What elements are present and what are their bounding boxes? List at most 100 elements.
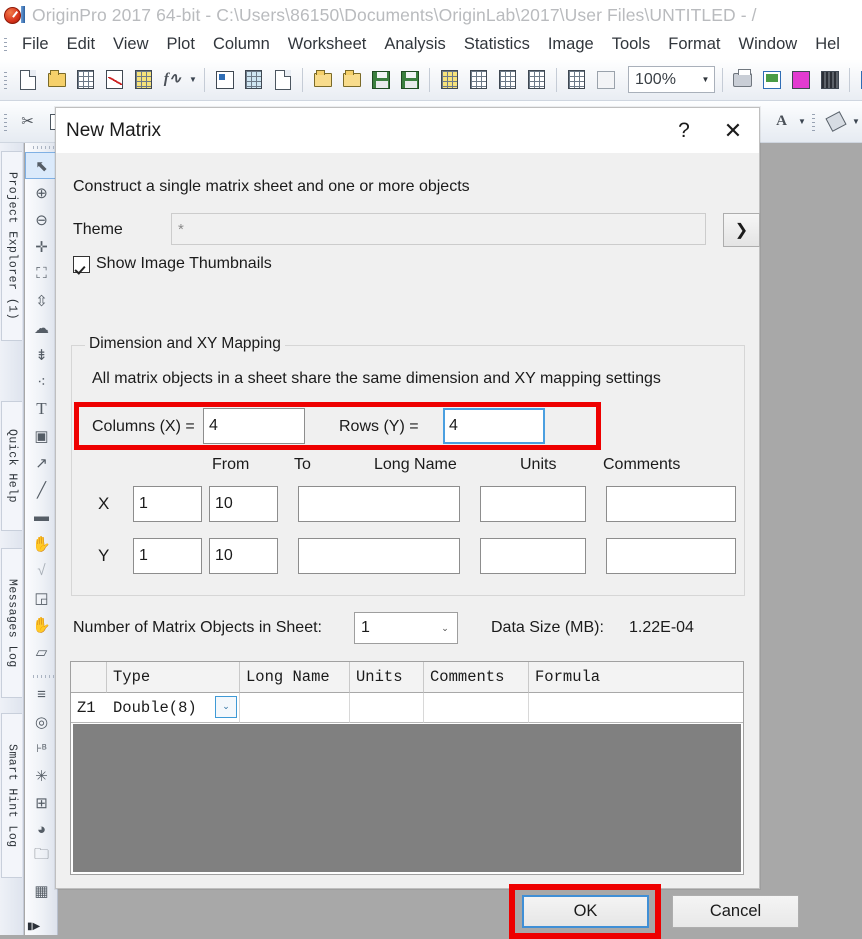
- num-objects-select[interactable]: 1 ⌄: [354, 612, 458, 644]
- menu-worksheet[interactable]: Worksheet: [279, 34, 376, 56]
- folder-user-icon[interactable]: 🗀: [25, 843, 58, 870]
- column-header-type[interactable]: Type: [107, 662, 240, 693]
- font-dropdown-icon[interactable]: ▼: [796, 108, 808, 136]
- cell-comments[interactable]: [424, 693, 529, 723]
- chevron-down-icon[interactable]: ▼: [697, 67, 714, 92]
- menu-help[interactable]: Hel: [806, 34, 849, 56]
- column-header-formula[interactable]: Formula: [529, 662, 743, 693]
- scatter-tool-icon[interactable]: ⁖: [25, 368, 58, 395]
- x-to-input[interactable]: [209, 486, 278, 522]
- chevron-down-icon[interactable]: ⌄: [433, 623, 457, 634]
- new-layout-icon[interactable]: [211, 66, 238, 94]
- print-icon[interactable]: [729, 66, 756, 94]
- grid-icon[interactable]: ▦: [25, 877, 58, 904]
- zoom-out-tool-icon[interactable]: ⊖: [25, 206, 58, 233]
- save-project-icon[interactable]: [367, 66, 394, 94]
- data-selector-tool-icon[interactable]: ⇟: [25, 341, 58, 368]
- sidebar-tab-project-explorer[interactable]: Project Explorer (1): [1, 151, 22, 341]
- menu-view[interactable]: View: [104, 34, 157, 56]
- pan-tool-icon[interactable]: ✋: [25, 530, 58, 557]
- font-icon[interactable]: A: [768, 108, 795, 136]
- menu-statistics[interactable]: Statistics: [455, 34, 539, 56]
- menu-edit[interactable]: Edit: [58, 34, 104, 56]
- new-function-plot-dropdown-icon[interactable]: ▼: [187, 66, 199, 94]
- new-folder-icon[interactable]: [43, 66, 70, 94]
- y-long-name-input[interactable]: [298, 538, 460, 574]
- layout-page-icon[interactable]: [758, 66, 785, 94]
- toolbar-grip[interactable]: [810, 110, 818, 133]
- cell-formula[interactable]: [529, 693, 743, 723]
- project-tree-icon[interactable]: [592, 66, 619, 94]
- save-template-icon[interactable]: [396, 66, 423, 94]
- lines-icon[interactable]: ≡: [25, 681, 58, 708]
- menu-format[interactable]: Format: [659, 34, 729, 56]
- menu-window[interactable]: Window: [730, 34, 807, 56]
- sidebar-tab-messages-log[interactable]: Messages Log: [1, 548, 22, 698]
- fill-color-dropdown-icon[interactable]: ▼: [850, 108, 862, 136]
- asterisk-icon[interactable]: ✳: [25, 762, 58, 789]
- axis-icon[interactable]: ⊞: [25, 789, 58, 816]
- duplicate-icon[interactable]: [563, 66, 590, 94]
- theme-input[interactable]: [171, 213, 706, 245]
- annotate-icon[interactable]: [856, 66, 862, 94]
- chevron-down-icon[interactable]: ⌄: [215, 696, 237, 718]
- toolbar-grip[interactable]: [2, 68, 10, 91]
- new-excel-icon[interactable]: [269, 66, 296, 94]
- column-header-long-name[interactable]: Long Name: [240, 662, 350, 693]
- export-graph-icon[interactable]: [787, 66, 814, 94]
- expand-panel-icon[interactable]: ▮▶: [27, 921, 40, 932]
- new-function-plot-icon[interactable]: f∿: [159, 66, 186, 94]
- column-header-comments[interactable]: Comments: [424, 662, 529, 693]
- question-mark-icon[interactable]: ?: [661, 108, 707, 153]
- x-long-name-input[interactable]: [298, 486, 460, 522]
- menu-file[interactable]: File: [13, 34, 58, 56]
- cancel-button[interactable]: Cancel: [672, 895, 799, 928]
- zoom-in-tool-icon[interactable]: ⊕: [25, 179, 58, 206]
- column-header-name[interactable]: [71, 662, 107, 693]
- y-units-input[interactable]: [480, 538, 586, 574]
- zoom-level-combobox[interactable]: 100% ▼: [628, 66, 715, 93]
- y-from-input[interactable]: [133, 538, 202, 574]
- close-icon[interactable]: ✕: [707, 108, 759, 153]
- menu-tools[interactable]: Tools: [603, 34, 660, 56]
- theme-browse-button[interactable]: ❯: [723, 213, 760, 247]
- new-project-icon[interactable]: [14, 66, 41, 94]
- menu-image[interactable]: Image: [539, 34, 603, 56]
- rectangle-mask-tool-icon[interactable]: ▣: [25, 422, 58, 449]
- sidebar-tab-quick-help[interactable]: Quick Help: [1, 401, 22, 531]
- layer-icon[interactable]: ▱: [25, 638, 58, 665]
- rows-input[interactable]: [443, 408, 545, 444]
- palette-grip[interactable]: [25, 143, 58, 152]
- plot-details-icon[interactable]: ◲: [25, 584, 58, 611]
- x-comments-input[interactable]: [606, 486, 736, 522]
- line-tool-icon[interactable]: ╱: [25, 476, 58, 503]
- rescale-icon[interactable]: ✋: [25, 611, 58, 638]
- sidebar-tab-smart-hint-log[interactable]: Smart Hint Log: [1, 713, 22, 878]
- equation-icon[interactable]: ⊦ᴮ: [25, 735, 58, 762]
- y-to-input[interactable]: [209, 538, 278, 574]
- menu-column[interactable]: Column: [204, 34, 279, 56]
- menubar-grip[interactable]: [1, 36, 11, 54]
- open-project-icon[interactable]: [309, 66, 336, 94]
- new-matrix-icon[interactable]: [130, 66, 157, 94]
- vertical-cursor-tool-icon[interactable]: ⇳: [25, 287, 58, 314]
- menu-plot[interactable]: Plot: [158, 34, 204, 56]
- y-comments-input[interactable]: [606, 538, 736, 574]
- column-header-units[interactable]: Units: [350, 662, 424, 693]
- cell-long-name[interactable]: [240, 693, 350, 723]
- import-wizard-icon[interactable]: [494, 66, 521, 94]
- cell-object-type[interactable]: Double(8) ⌄: [107, 693, 240, 723]
- x-units-input[interactable]: [480, 486, 586, 522]
- columns-input[interactable]: [203, 408, 305, 444]
- formula-tool-icon[interactable]: √: [25, 557, 58, 584]
- open-excel-icon[interactable]: [338, 66, 365, 94]
- crosshair-tool-icon[interactable]: ✛: [25, 233, 58, 260]
- show-image-thumbnails-checkbox[interactable]: Show Image Thumbnails: [73, 255, 272, 273]
- import-database-icon[interactable]: [523, 66, 550, 94]
- text-tool-icon[interactable]: T: [25, 395, 58, 422]
- new-graph-icon[interactable]: [101, 66, 128, 94]
- toolbar-grip[interactable]: [2, 110, 10, 133]
- import-multiple-ascii-icon[interactable]: [465, 66, 492, 94]
- region-select-tool-icon[interactable]: ⛶: [25, 260, 58, 287]
- movie-icon[interactable]: [816, 66, 843, 94]
